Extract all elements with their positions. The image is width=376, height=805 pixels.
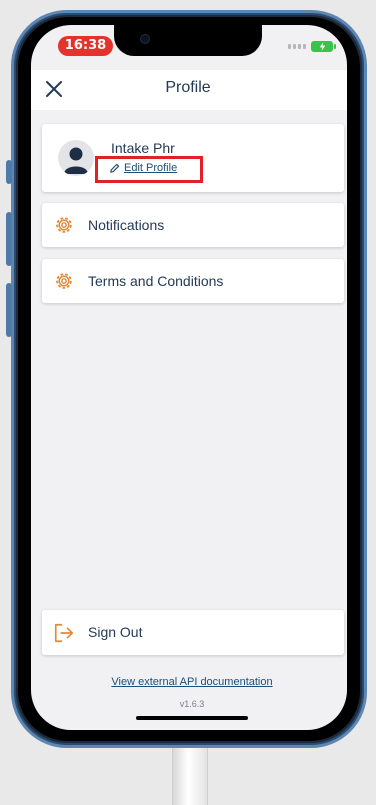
- page-title: Profile: [165, 79, 211, 96]
- avatar: [58, 140, 94, 176]
- notifications-label: Notifications: [88, 217, 165, 233]
- volume-down-button: [6, 283, 12, 337]
- highlight-box: [95, 156, 203, 183]
- user-icon: [64, 147, 88, 174]
- gear-icon: [56, 217, 72, 233]
- charging-cable: [172, 738, 208, 805]
- volume-up-button: [6, 212, 12, 266]
- battery-icon: [311, 41, 336, 52]
- sign-out-label: Sign Out: [88, 624, 143, 640]
- status-indicators: [288, 41, 336, 52]
- signal-icon: [288, 44, 306, 49]
- mute-switch: [6, 160, 12, 184]
- api-documentation-link[interactable]: View external API documentation: [0, 676, 376, 688]
- camera-icon: [140, 34, 150, 44]
- notch: [114, 25, 262, 56]
- status-time: 16:38: [58, 36, 113, 56]
- sign-out-icon: [54, 623, 74, 643]
- app-version: v1.6.3: [179, 699, 205, 709]
- terms-label: Terms and Conditions: [88, 273, 224, 289]
- user-name: Intake Phr: [111, 140, 175, 156]
- gear-icon: [56, 273, 72, 289]
- home-indicator: [136, 716, 248, 720]
